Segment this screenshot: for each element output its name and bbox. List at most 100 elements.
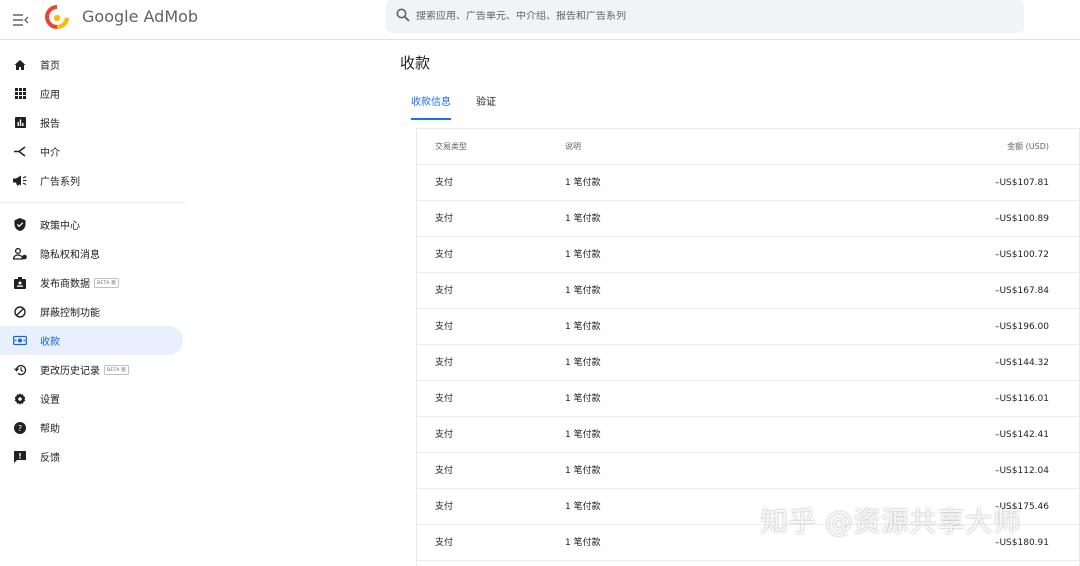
table-row[interactable]: 支付 1 笔付款 –US$144.32 [417, 345, 1079, 381]
cell-type: 支付 [435, 214, 454, 224]
sidebar-item-campaigns[interactable]: 广告系列 [0, 166, 183, 195]
main-content: 收款 收款信息 验证 交易类型 说明 金额 (USD) 支付 1 笔付款 –US… [185, 40, 1080, 566]
gear-icon [13, 392, 27, 406]
cell-amount: –US$142.41 [994, 430, 1049, 440]
cell-amount: –US$116.01 [994, 394, 1049, 404]
sidebar-item-help[interactable]: ? 帮助 [0, 413, 183, 442]
search-input[interactable] [416, 11, 996, 22]
column-header-amount[interactable]: 金额 (USD) [1007, 129, 1049, 165]
cell-amount: –US$112.04 [994, 466, 1049, 476]
sidebar-item-payments[interactable]: 收款 [0, 326, 183, 355]
column-header-type[interactable]: 交易类型 [435, 129, 467, 165]
sidebar-item-feedback[interactable]: 反馈 [0, 442, 183, 471]
cell-description: 1 笔付款 [565, 178, 601, 188]
table-row[interactable]: 支付 1 笔付款 –US$116.01 [417, 381, 1079, 417]
sidebar-item-apps[interactable]: 应用 [0, 79, 183, 108]
mediation-icon [13, 145, 27, 159]
sidebar-item-settings[interactable]: 设置 [0, 384, 183, 413]
sidebar-item-privacy[interactable]: 隐私权和消息 [0, 239, 183, 268]
payments-icon [13, 334, 27, 348]
apps-grid-icon [13, 87, 27, 101]
watermark-text: 知乎 @资源共享大师 [760, 505, 1021, 538]
cell-description: 1 笔付款 [565, 214, 601, 224]
shield-check-icon [13, 218, 27, 232]
sidebar-item-label: 帮助 [40, 424, 60, 435]
table-row[interactable]: 支付 1 笔付款 –US$112.04 [417, 453, 1079, 489]
sidebar-item-label: 报告 [40, 119, 60, 130]
cell-amount: –US$100.72 [994, 250, 1049, 260]
block-icon [13, 305, 27, 319]
cell-type: 支付 [435, 178, 454, 188]
sidebar-item-label: 隐私权和消息 [40, 250, 100, 261]
cell-description: 1 笔付款 [565, 250, 601, 260]
search-bar[interactable] [386, 0, 1024, 33]
cell-type: 支付 [435, 430, 454, 440]
sidebar-item-label: 屏蔽控制功能 [40, 308, 100, 319]
column-header-description[interactable]: 说明 [565, 129, 581, 165]
sidebar-item-label: 设置 [40, 395, 60, 406]
cell-type: 支付 [435, 394, 454, 404]
sidebar-item-label: 首页 [40, 61, 60, 72]
sidebar-item-label: 广告系列 [40, 177, 80, 188]
cell-type: 支付 [435, 286, 454, 296]
cell-amount: –US$196.00 [994, 322, 1049, 332]
sidebar-item-label: 政策中心 [40, 221, 80, 232]
cell-amount: –US$107.81 [994, 178, 1049, 188]
bar-chart-icon [13, 116, 27, 130]
cell-description: 1 笔付款 [565, 286, 601, 296]
cell-type: 支付 [435, 502, 454, 512]
privacy-person-icon [13, 247, 27, 261]
table-header-row: 交易类型 说明 金额 (USD) [417, 129, 1079, 165]
cell-type: 支付 [435, 322, 454, 332]
search-icon [396, 7, 410, 26]
table-row[interactable]: 支付 1 笔付款 –US$100.89 [417, 201, 1079, 237]
history-icon [13, 363, 27, 377]
beta-badge: BETA 版 [104, 364, 130, 375]
page-title: 收款 [400, 54, 431, 72]
table-row[interactable]: 支付 1 笔付款 –US$142.41 [417, 417, 1079, 453]
sidebar-item-label: 中介 [40, 148, 60, 159]
cell-amount: –US$100.89 [994, 214, 1049, 224]
tab-payment-info[interactable]: 收款信息 [411, 88, 451, 120]
sidebar-item-policy-center[interactable]: 政策中心 [0, 210, 183, 239]
sidebar-item-home[interactable]: 首页 [0, 50, 183, 79]
feedback-icon [13, 450, 27, 464]
cell-description: 1 笔付款 [565, 466, 601, 476]
table-row[interactable]: 支付 1 笔付款 –US$100.72 [417, 237, 1079, 273]
sidebar-nav: 首页 应用 报告 中介 广告系列 政策中心 隐私权和消息 发布商数据 BETA … [0, 40, 185, 566]
admob-logo-icon[interactable] [44, 4, 70, 30]
table-row[interactable]: 支付 1 笔付款 –US$107.81 [417, 165, 1079, 201]
cell-description: 1 笔付款 [565, 394, 601, 404]
sidebar-divider [0, 202, 185, 203]
cell-type: 支付 [435, 466, 454, 476]
tab-active-indicator [411, 118, 451, 120]
campaign-megaphone-icon [13, 174, 27, 188]
cell-description: 1 笔付款 [565, 358, 601, 368]
help-icon: ? [13, 421, 27, 435]
table-row[interactable]: 支付 1 笔付款 –US$196.00 [417, 309, 1079, 345]
cell-description: 1 笔付款 [565, 322, 601, 332]
sidebar-item-change-history[interactable]: 更改历史记录 BETA 版 [0, 355, 183, 384]
tab-label: 收款信息 [411, 97, 451, 108]
cell-amount: –US$167.84 [994, 286, 1049, 296]
tab-label: 验证 [476, 97, 496, 108]
beta-badge: BETA 版 [94, 277, 120, 288]
sidebar-item-mediation[interactable]: 中介 [0, 137, 183, 166]
cell-description: 1 笔付款 [565, 430, 601, 440]
publisher-data-icon [13, 276, 27, 290]
top-app-bar: Google AdMob [0, 0, 1080, 40]
svg-text:?: ? [18, 424, 22, 433]
sidebar-item-reports[interactable]: 报告 [0, 108, 183, 137]
sidebar-item-label: 应用 [40, 90, 60, 101]
cell-type: 支付 [435, 358, 454, 368]
sidebar-item-publisher-data[interactable]: 发布商数据 BETA 版 [0, 268, 183, 297]
table-row[interactable]: 支付 1 笔付款 –US$167.84 [417, 273, 1079, 309]
sidebar-item-blocking-controls[interactable]: 屏蔽控制功能 [0, 297, 183, 326]
collapse-menu-icon[interactable] [10, 9, 32, 31]
cell-type: 支付 [435, 538, 454, 548]
sidebar-item-label: 收款 [40, 337, 60, 348]
cell-description: 1 笔付款 [565, 538, 601, 548]
home-icon [13, 58, 27, 72]
sidebar-item-label: 发布商数据 [40, 279, 90, 290]
tab-verification[interactable]: 验证 [476, 88, 496, 118]
